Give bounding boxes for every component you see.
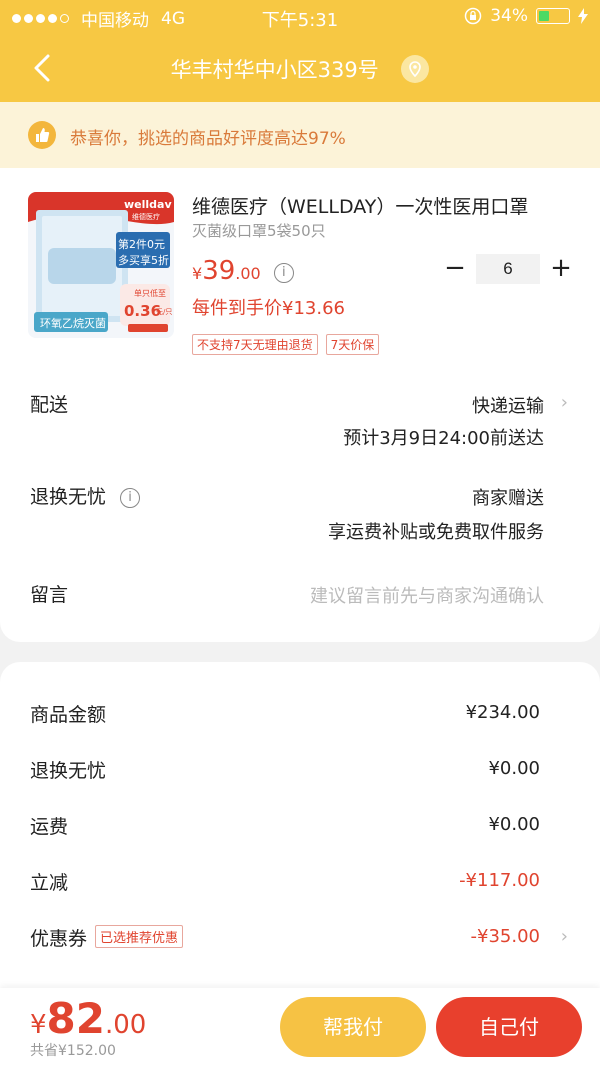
battery-percent: 34% (490, 6, 528, 26)
checkout-bar: ¥82.00 共省¥152.00 帮我付 自己付 (0, 988, 600, 1067)
product-tags: 不支持7天无理由退货 7天价保 (192, 334, 380, 355)
fee-summary-card: 商品金额 ¥234.00 退换无忧 ¥0.00 运费 ¥0.00 立减 -¥11… (0, 662, 600, 1002)
image-promo-1: 第2件0元 (118, 238, 165, 251)
price-integer: 39 (202, 256, 236, 286)
message-label: 留言 (30, 584, 69, 606)
shipping-label: 运费 (30, 816, 69, 838)
returns-label-row: 退换无忧 i (30, 482, 141, 509)
image-bottom-text: 环氧乙烷灭菌 (40, 317, 106, 330)
top-header: 中国移动 4G 下午5:31 34% 华丰村华中小区339号 (0, 0, 600, 102)
total-currency: ¥ (30, 1010, 47, 1040)
info-icon[interactable]: i (273, 263, 294, 283)
discount-value: -¥117.00 (459, 870, 540, 891)
orientation-lock-icon (464, 7, 482, 25)
address-selector[interactable]: 华丰村华中小区339号 (0, 54, 600, 84)
product-price: ¥39.00 i (192, 256, 294, 286)
image-promo-2: 多买享5折 (118, 254, 169, 267)
coupon-value[interactable]: -¥35.00 (471, 926, 540, 947)
product-spec: 灭菌级口罩5袋50只 (192, 222, 326, 240)
image-price-label: 单只低至 (134, 289, 166, 298)
order-item-card: welldav 维德医疗 第2件0元 多买享5折 单只低至 0.36 元/只 环… (0, 168, 600, 642)
notice-text: 恭喜你，挑选的商品好评度高达97% (70, 129, 346, 149)
product-title[interactable]: 维德医疗（WELLDAY）一次性医用口罩 (192, 192, 574, 219)
coupon-tag: 已选推荐优惠 (95, 925, 184, 948)
rating-notice: 恭喜你，挑选的商品好评度高达97% (0, 102, 600, 168)
returns-value: 商家赠送 (472, 488, 544, 509)
saved-amount: 共省¥152.00 (30, 1043, 116, 1059)
total-integer: 82 (46, 994, 105, 1043)
discount-label: 立减 (30, 872, 69, 894)
battery-icon (536, 8, 570, 24)
chevron-right-icon[interactable]: › (561, 392, 568, 413)
quantity-input[interactable] (476, 254, 540, 284)
image-brand: welldav (124, 198, 172, 211)
unit-price: 每件到手价¥13.66 (192, 298, 345, 319)
image-brand-sub: 维德医疗 (132, 213, 160, 221)
returns-info-icon[interactable]: i (120, 488, 141, 508)
goods-amount-label: 商品金额 (30, 704, 107, 726)
thumbs-up-icon (28, 121, 56, 149)
tag-no-return: 不支持7天无理由退货 (192, 334, 318, 355)
self-pay-button[interactable]: 自己付 (436, 997, 582, 1057)
image-price-unit: 元/只 (156, 308, 173, 316)
delivery-method[interactable]: 快递运输 (472, 392, 544, 418)
address-text: 华丰村华中小区339号 (170, 58, 379, 82)
returns-label: 退换无忧 (30, 486, 107, 508)
quantity-stepper: − + (440, 254, 574, 284)
price-decimal: .00 (235, 264, 261, 283)
delivery-eta: 预计3月9日24:00前送达 (343, 428, 544, 449)
status-bar: 中国移动 4G 下午5:31 34% (0, 0, 600, 34)
price-currency: ¥ (192, 264, 203, 283)
coupon-label: 优惠券 (30, 928, 88, 950)
tag-price-protect: 7天价保 (325, 334, 380, 355)
message-input[interactable]: 建议留言前先与商家沟通确认 (310, 582, 544, 608)
nav-bar: 华丰村华中小区339号 (0, 34, 600, 102)
total-decimal: .00 (105, 1010, 147, 1040)
returns-fee-label: 退换无忧 (30, 760, 107, 782)
shipping-value: ¥0.00 (488, 814, 540, 835)
delivery-label: 配送 (30, 394, 69, 416)
goods-amount-value: ¥234.00 (465, 702, 540, 723)
location-pin-icon (401, 55, 430, 83)
total-price: ¥82.00 (30, 994, 146, 1043)
charging-icon (578, 8, 588, 24)
increase-button[interactable]: + (546, 254, 576, 284)
product-image[interactable]: welldav 维德医疗 第2件0元 多买享5折 单只低至 0.36 元/只 环… (28, 192, 174, 338)
coupon-chevron-icon[interactable]: › (561, 926, 568, 947)
returns-desc: 享运费补贴或免费取件服务 (328, 522, 544, 543)
coupon-row[interactable]: 优惠券 已选推荐优惠 (30, 924, 184, 951)
decrease-button[interactable]: − (440, 254, 470, 284)
help-pay-button[interactable]: 帮我付 (280, 997, 426, 1057)
returns-fee-value: ¥0.00 (488, 758, 540, 779)
